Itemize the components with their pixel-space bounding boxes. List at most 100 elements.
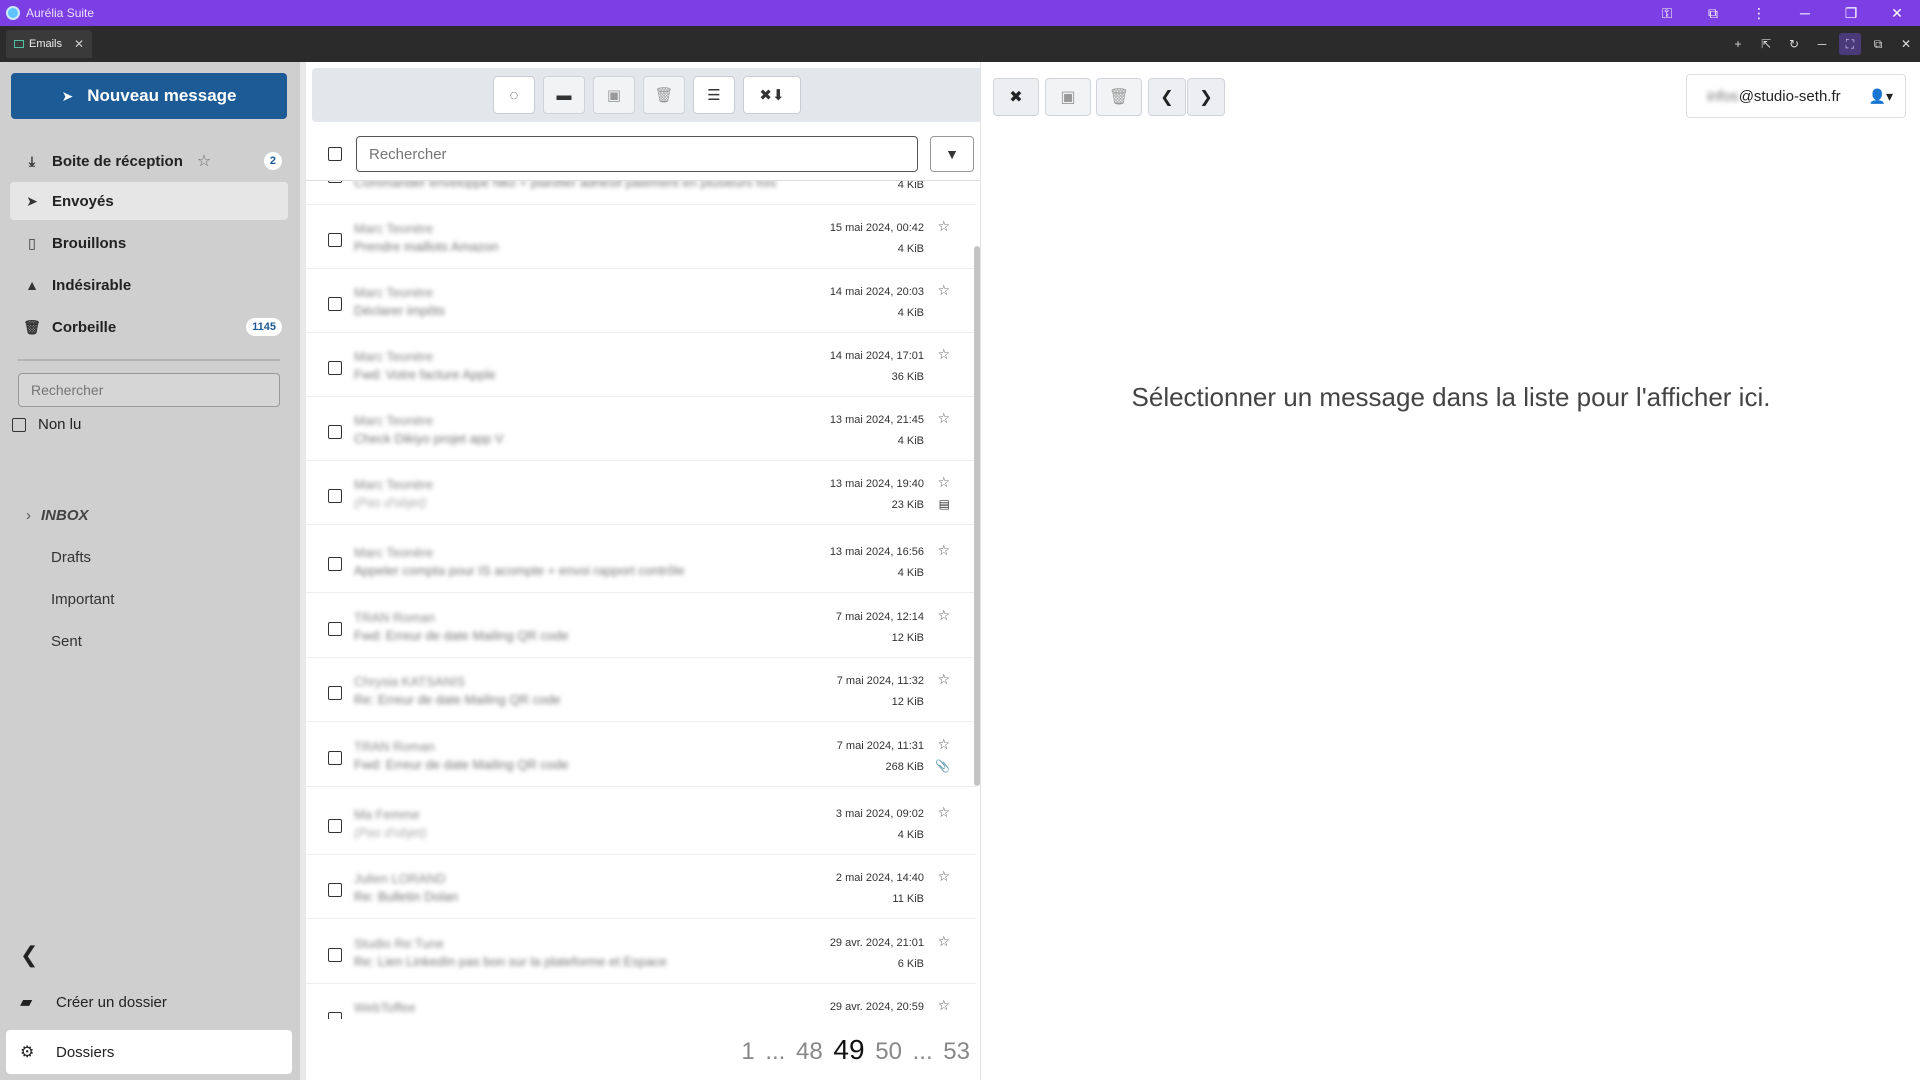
row-checkbox[interactable] [328, 181, 342, 183]
message-sender: Marc Teonère [354, 221, 434, 236]
close-window-button[interactable]: ✕ [1874, 0, 1920, 26]
message-search-input[interactable] [356, 136, 918, 172]
sidebar-item-inbox[interactable]: ⤓ Boite de réception ☆ 2 [10, 142, 288, 180]
tree-item-sent[interactable]: Sent [51, 633, 82, 650]
row-checkbox[interactable] [328, 819, 342, 833]
star-icon[interactable]: ☆ [937, 671, 950, 688]
row-checkbox[interactable] [328, 1012, 342, 1019]
star-icon[interactable]: ☆ [197, 151, 211, 171]
tree-item-inbox[interactable]: › INBOX [26, 507, 89, 524]
folders-settings-button[interactable]: ⚙ Dossiers [6, 1030, 292, 1074]
menu-button[interactable]: ☰ [693, 76, 735, 114]
refresh-button[interactable]: ◌ [493, 76, 535, 114]
star-icon[interactable]: ☆ [937, 997, 950, 1014]
tab-emails[interactable]: Emails ✕ [6, 30, 92, 58]
caret-down-icon: ▼ [945, 146, 959, 162]
star-icon[interactable]: ☆ [937, 607, 950, 624]
previous-message-button[interactable]: ❮ [1148, 78, 1186, 116]
minimize-icon[interactable]: ─ [1808, 26, 1836, 62]
row-checkbox[interactable] [328, 297, 342, 311]
list-item[interactable]: Julien LORAND Re: Bulletin Dolan 2 mai 2… [306, 855, 976, 919]
star-icon[interactable]: ☆ [937, 542, 950, 559]
account-email-domain: @studio-seth.fr [1738, 87, 1841, 105]
fullscreen-icon[interactable]: ⛶ [1839, 33, 1861, 55]
move-button[interactable]: ▬ [543, 76, 585, 114]
star-icon[interactable]: ☆ [937, 218, 950, 235]
new-message-button[interactable]: ➤ Nouveau message [11, 73, 287, 119]
page-prev[interactable]: 48 [796, 1038, 823, 1065]
delete-message-button[interactable]: 🗑 [1096, 78, 1142, 116]
star-icon[interactable]: ☆ [937, 736, 950, 753]
sidebar-item-spam[interactable]: ▲ Indésirable [10, 266, 288, 304]
user-icon[interactable]: 👤▾ [1869, 88, 1893, 105]
chevron-right-icon[interactable]: › [26, 507, 31, 524]
star-icon[interactable]: ☆ [937, 346, 950, 363]
minimize-window-button[interactable]: ─ [1782, 0, 1828, 26]
chevron-left-icon[interactable]: ❮ [20, 942, 38, 968]
list-search-row: ▼ [306, 134, 982, 178]
next-message-button[interactable]: ❯ [1187, 78, 1225, 116]
archive-button[interactable]: ▣ [593, 76, 635, 114]
reload-icon[interactable]: ↻ [1780, 26, 1808, 62]
list-item[interactable]: Commander enveloppe Nko + planifier adhé… [306, 181, 976, 205]
list-item[interactable]: Ma Femme (Pas d'objet) 3 mai 2024, 09:02… [306, 791, 976, 855]
clear-sort-button[interactable]: ✖⬇ [743, 76, 801, 114]
restore-window-button[interactable]: ❐ [1828, 0, 1874, 26]
row-checkbox[interactable] [328, 361, 342, 375]
list-item[interactable]: WebToffee 29 avr. 2024, 20:59 ☆ [306, 984, 976, 1019]
account-switcher[interactable]: infos@studio-seth.fr 👤▾ [1686, 74, 1906, 118]
list-item[interactable]: Studio Re:Tune Re: Lien LinkedIn pas bon… [306, 920, 976, 984]
close-message-button[interactable]: ✖ [993, 78, 1039, 116]
list-item[interactable]: Marc Teonère Check Dikiyo projet app V 1… [306, 397, 976, 461]
list-item[interactable]: Marc Teonère (Pas d'objet) 13 mai 2024, … [306, 461, 976, 525]
close-tab-icon[interactable]: ✕ [1892, 26, 1920, 62]
list-item[interactable]: Marc Teonère Fwd: Votre facture Apple 14… [306, 333, 976, 397]
page-last[interactable]: 53 [943, 1038, 970, 1065]
star-icon[interactable]: ☆ [937, 282, 950, 299]
sidebar-item-drafts[interactable]: ▯ Brouillons [10, 224, 288, 262]
unread-filter[interactable]: Non lu [12, 416, 81, 433]
list-item[interactable]: TRAN Roman Fwd: Erreur de date Mailing Q… [306, 594, 976, 658]
list-item[interactable]: Chrysia KATSANIS Re: Erreur de date Mail… [306, 658, 976, 722]
new-tab-icon[interactable]: + [1724, 26, 1752, 62]
page-first[interactable]: 1 [741, 1038, 754, 1065]
key-icon[interactable]: ⚿ [1644, 0, 1690, 26]
sidebar-item-sent[interactable]: ➤ Envoyés [10, 182, 288, 220]
tab-close-icon[interactable]: ✕ [74, 37, 84, 51]
star-icon[interactable]: ☆ [937, 868, 950, 885]
delete-button[interactable]: 🗑 [643, 76, 685, 114]
archive-message-button[interactable]: ▣ [1045, 78, 1091, 116]
folder-search-input[interactable] [18, 373, 280, 407]
create-folder-button[interactable]: ▰ Créer un dossier [6, 980, 292, 1024]
row-checkbox[interactable] [328, 557, 342, 571]
extension-icon[interactable]: ⧉ [1690, 0, 1736, 26]
row-checkbox[interactable] [328, 883, 342, 897]
tree-item-drafts[interactable]: Drafts [51, 549, 91, 566]
list-item[interactable]: Marc Teonère Appeler compta pour IS acom… [306, 529, 976, 593]
select-all-checkbox[interactable] [328, 147, 342, 161]
star-icon[interactable]: ☆ [937, 474, 950, 491]
unread-checkbox[interactable] [12, 417, 26, 432]
tree-item-important[interactable]: Important [51, 591, 114, 608]
list-item[interactable]: Marc Teonère Déclarer impôts 14 mai 2024… [306, 269, 976, 333]
row-checkbox[interactable] [328, 233, 342, 247]
row-checkbox[interactable] [328, 686, 342, 700]
sidebar-item-trash[interactable]: 🗑 Corbeille 1145 [10, 308, 288, 346]
row-checkbox[interactable] [328, 622, 342, 636]
popout-icon[interactable]: ⧉ [1864, 26, 1892, 62]
filter-dropdown-button[interactable]: ▼ [930, 136, 974, 172]
page-next[interactable]: 50 [875, 1038, 902, 1065]
row-checkbox[interactable] [328, 948, 342, 962]
star-icon[interactable]: ☆ [937, 410, 950, 427]
list-item[interactable]: TRAN Roman Fwd: Erreur de date Mailing Q… [306, 723, 976, 787]
kebab-menu-icon[interactable]: ⋮ [1736, 0, 1782, 26]
open-external-icon[interactable]: ⇱ [1752, 26, 1780, 62]
star-icon[interactable]: ☆ [937, 804, 950, 821]
trash-count-badge: 1145 [246, 318, 282, 336]
row-checkbox[interactable] [328, 751, 342, 765]
mail-icon [14, 40, 24, 48]
star-icon[interactable]: ☆ [937, 933, 950, 950]
row-checkbox[interactable] [328, 425, 342, 439]
row-checkbox[interactable] [328, 489, 342, 503]
list-item[interactable]: Marc Teonère Prendre maillots Amazon 15 … [306, 205, 976, 269]
